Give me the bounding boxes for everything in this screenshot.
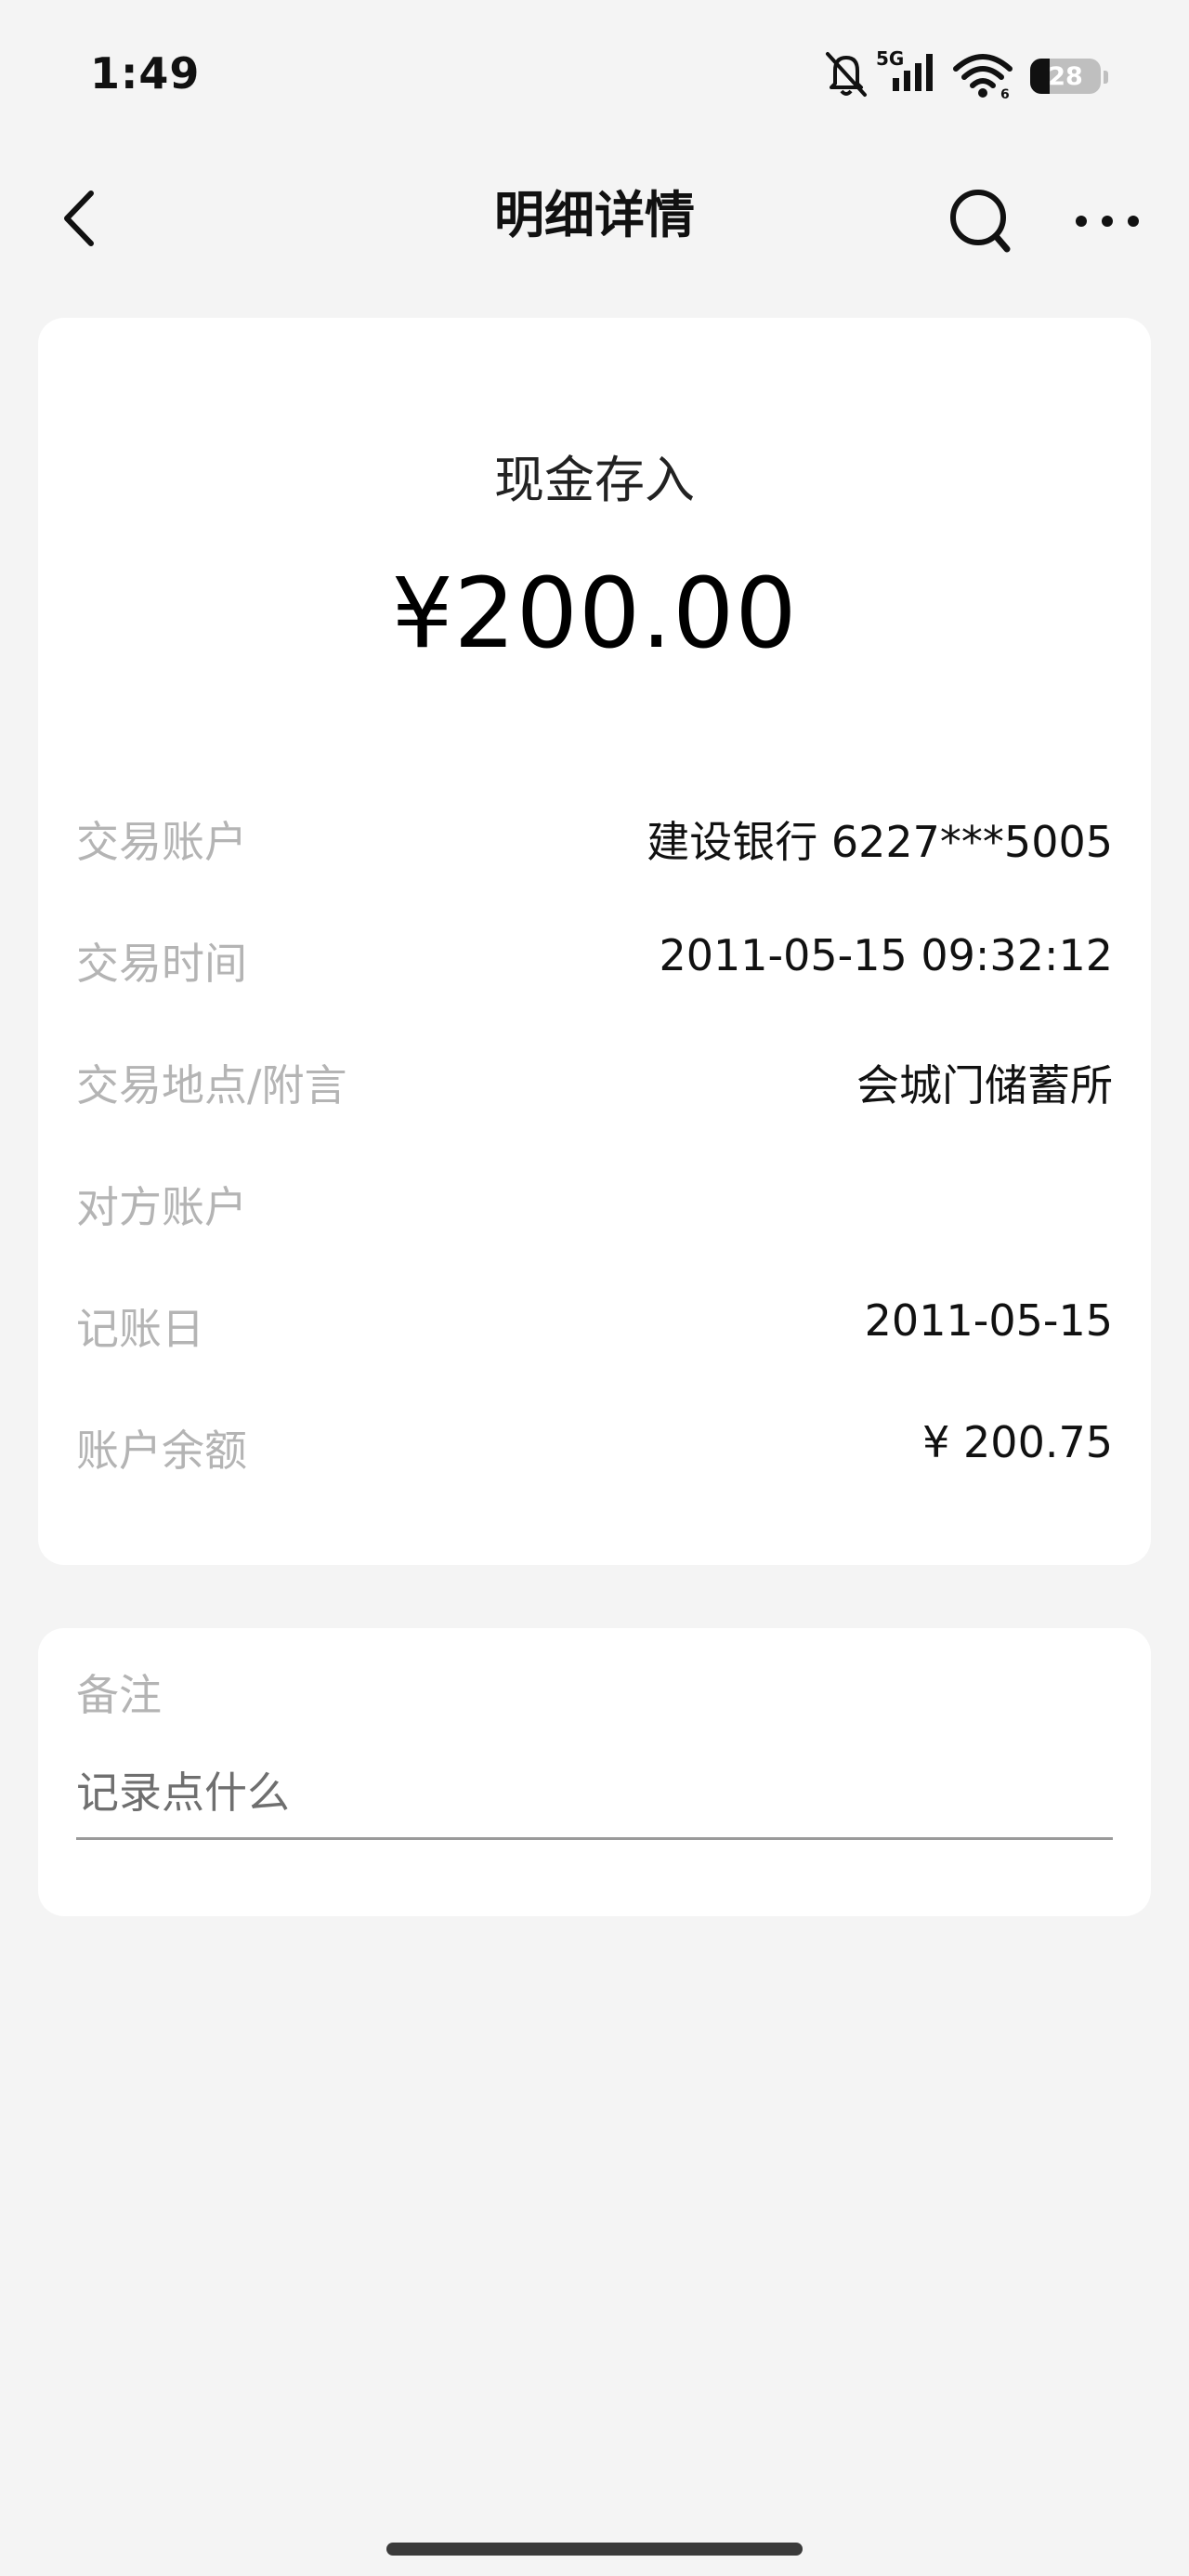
transaction-type: 现金存入 [494, 451, 695, 509]
detail-value: 2011-05-15 [864, 1295, 1113, 1346]
detail-row-posting-date: 记账日 2011-05-15 [76, 1295, 1113, 1417]
status-time: 1:49 [90, 48, 201, 99]
detail-value: 建设银行 6227***5005 [647, 817, 1113, 867]
search-button[interactable] [946, 186, 1014, 255]
battery-icon: 28 [1030, 59, 1101, 94]
detail-label: 交易地点/附言 [76, 1060, 347, 1111]
note-label: 备注 [76, 1670, 162, 1720]
status-bar: 1:49 5G 6 28 [0, 0, 1189, 149]
detail-label: 账户余额 [76, 1426, 247, 1476]
network-type: 5G [876, 47, 904, 70]
detail-value: 2011-05-15 09:32:12 [659, 930, 1113, 980]
detail-row-balance: 账户余额 ¥ 200.75 [76, 1417, 1113, 1539]
battery-cap [1104, 71, 1108, 84]
detail-row-counterparty: 对方账户 [76, 1174, 1113, 1295]
detail-label: 记账日 [76, 1304, 204, 1354]
transaction-detail-page: 1:49 5G 6 28 明细详情 现金存入 ¥200.00 交易账户 建设银行… [0, 0, 1189, 2576]
detail-label: 交易时间 [76, 939, 247, 989]
nav-bar: 明细详情 [0, 160, 1189, 271]
back-icon [64, 191, 94, 246]
note-card: 备注 [38, 1628, 1151, 1916]
detail-row-account: 交易账户 建设银行 6227***5005 [76, 808, 1113, 930]
detail-value: ¥ 200.75 [922, 1417, 1113, 1467]
signal-icon: 5G [876, 47, 933, 91]
wifi-icon: 6 [953, 54, 1013, 102]
detail-row-location: 交易地点/附言 会城门储蓄所 [76, 1052, 1113, 1174]
transaction-detail-card: 现金存入 ¥200.00 交易账户 建设银行 6227***5005 交易时间 … [38, 318, 1151, 1565]
detail-label: 交易账户 [76, 817, 247, 867]
back-button[interactable] [56, 186, 111, 251]
detail-label: 对方账户 [76, 1182, 247, 1232]
svg-text:6: 6 [1000, 87, 1010, 102]
status-icons: 5G 6 28 [822, 46, 1108, 102]
more-icon [1076, 216, 1139, 227]
mute-icon [826, 52, 867, 97]
detail-list: 交易账户 建设银行 6227***5005 交易时间 2011-05-15 09… [76, 808, 1113, 1539]
note-input[interactable] [76, 1747, 1113, 1840]
home-indicator[interactable] [386, 2543, 803, 2556]
detail-row-time: 交易时间 2011-05-15 09:32:12 [76, 930, 1113, 1052]
battery-level: 28 [1048, 61, 1083, 91]
detail-value: 会城门储蓄所 [856, 1060, 1113, 1111]
transaction-amount: ¥200.00 [391, 557, 798, 670]
search-icon [950, 190, 1011, 253]
more-button[interactable] [1070, 193, 1144, 249]
